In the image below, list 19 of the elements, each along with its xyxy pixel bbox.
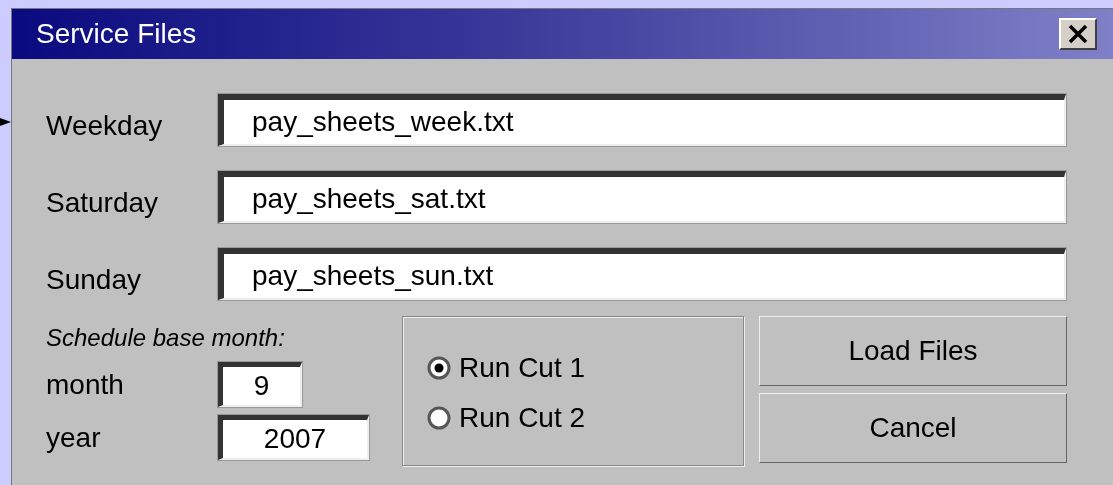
field-label: month xyxy=(46,368,125,401)
input-field[interactable]: pay_sheets_week.txt xyxy=(218,94,1066,146)
window-title: Service Files xyxy=(36,18,197,50)
arrow-icon xyxy=(0,115,11,129)
close-button[interactable] xyxy=(1059,18,1097,50)
field-label: Saturday xyxy=(46,186,160,219)
close-icon xyxy=(1067,24,1089,44)
section-heading: Schedule base month: xyxy=(46,324,286,353)
action-button[interactable]: Load Files xyxy=(759,316,1067,386)
field-label: Sunday xyxy=(46,263,142,296)
field-label: year xyxy=(46,421,102,454)
field-label: Weekday xyxy=(46,109,164,142)
radio-button[interactable]: Run Cut 1 xyxy=(427,343,586,393)
action-button[interactable]: Cancel xyxy=(759,393,1067,463)
radio-button[interactable]: Run Cut 2 xyxy=(427,393,586,443)
input-field[interactable]: 2007 xyxy=(218,415,369,460)
input-field[interactable]: pay_sheets_sun.txt xyxy=(218,248,1066,300)
input-field[interactable]: pay_sheets_sat.txt xyxy=(218,171,1066,223)
input-field[interactable]: 9 xyxy=(218,362,302,407)
